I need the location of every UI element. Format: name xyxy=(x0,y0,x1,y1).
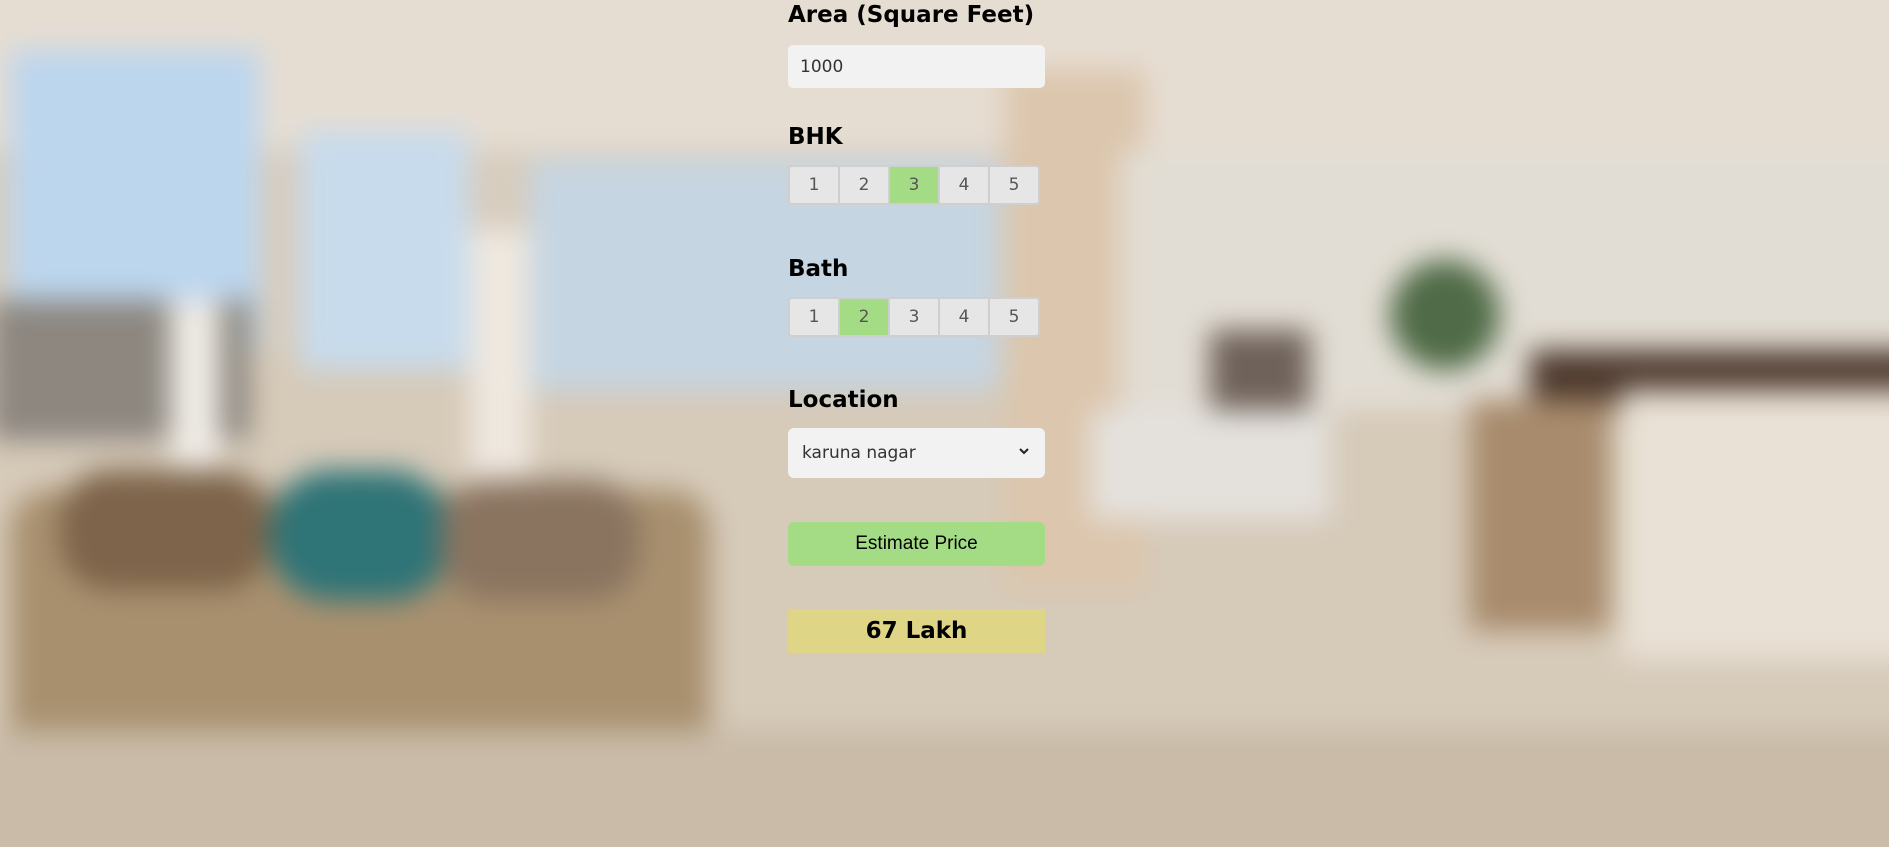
bath-selector: 1 2 3 4 5 xyxy=(788,297,1040,337)
bath-option-3[interactable]: 3 xyxy=(890,299,938,335)
estimate-price-button[interactable]: Estimate Price xyxy=(788,522,1045,566)
chevron-down-icon xyxy=(1017,443,1031,463)
location-selected-value: karuna nagar xyxy=(802,443,916,463)
area-input[interactable] xyxy=(788,45,1045,88)
bhk-selector: 1 2 3 4 5 xyxy=(788,165,1040,205)
location-select[interactable]: karuna nagar xyxy=(788,428,1045,478)
area-label: Area (Square Feet) xyxy=(788,2,1035,28)
bhk-option-4[interactable]: 4 xyxy=(940,167,988,203)
bhk-option-1[interactable]: 1 xyxy=(790,167,838,203)
bhk-option-2[interactable]: 2 xyxy=(840,167,888,203)
bhk-label: BHK xyxy=(788,124,843,150)
bath-option-2[interactable]: 2 xyxy=(840,299,888,335)
bhk-option-3[interactable]: 3 xyxy=(890,167,938,203)
location-label: Location xyxy=(788,387,899,413)
bath-label: Bath xyxy=(788,256,849,282)
background-photo xyxy=(0,0,1889,847)
bath-option-1[interactable]: 1 xyxy=(790,299,838,335)
bath-option-4[interactable]: 4 xyxy=(940,299,988,335)
bhk-option-5[interactable]: 5 xyxy=(990,167,1038,203)
bath-option-5[interactable]: 5 xyxy=(990,299,1038,335)
estimated-price-result: 67 Lakh xyxy=(788,609,1045,653)
